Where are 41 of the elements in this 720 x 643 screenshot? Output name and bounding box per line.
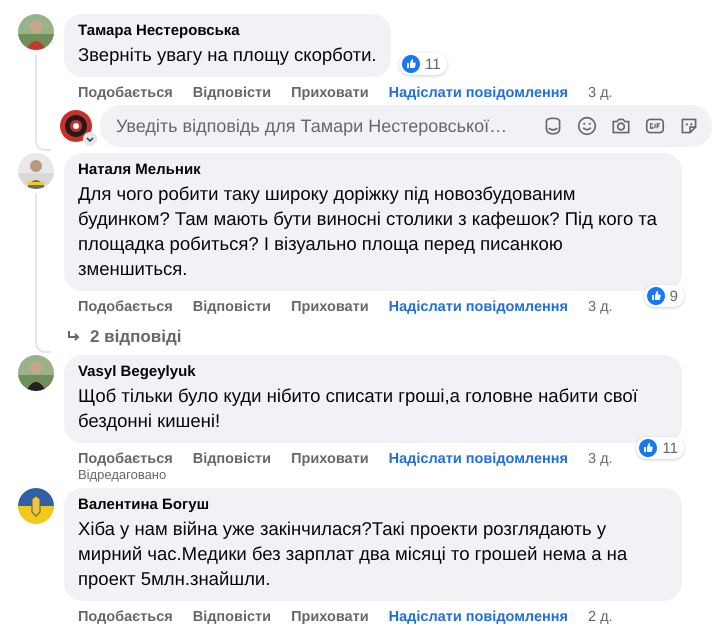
comment-action-link[interactable]: Подобається xyxy=(78,299,173,315)
comment-action-link[interactable]: Відповісти xyxy=(192,609,272,625)
thumbs-up-icon xyxy=(639,439,658,457)
comment-action-link[interactable]: Подобається xyxy=(78,451,173,467)
send-message-link[interactable]: Надіслати повідомлення xyxy=(388,85,568,101)
author-name[interactable]: Vasyl Begeylyuk xyxy=(78,363,668,380)
chevron-down-icon[interactable] xyxy=(83,132,97,146)
comment-action-link[interactable]: Приховати xyxy=(291,609,369,625)
reaction-count[interactable]: 9 xyxy=(644,285,684,307)
timestamp[interactable]: 3 д. xyxy=(588,451,613,467)
emoji-icon[interactable] xyxy=(576,115,598,137)
view-replies-link[interactable]: 2 відповіді xyxy=(90,327,182,347)
comment-text: Хіба у нам війна уже закінчилася?Такі проекти розглядають у мирний час.Медики без зарплат два місяці то грошей нема а на проект 5млн.знайшли. xyxy=(78,517,628,591)
comment-action-link[interactable]: Відповісти xyxy=(192,299,272,315)
author-name[interactable]: Наталя Мельник xyxy=(78,161,668,178)
reaction-count[interactable]: 11 xyxy=(636,437,684,459)
comment-action-link[interactable]: Приховати xyxy=(291,299,369,315)
reply-input-field[interactable]: Уведіть відповідь для Тамари Нестеровської… xyxy=(114,114,542,138)
comment-text: Для чого робити таку широку доріжку під новозбудованим будинком? Там мають бути виносні столики з кафешок? Під кого та площадка робиться? І візуально площа перед писанкою зменшиться. xyxy=(78,182,658,281)
profile-avatar-icon[interactable] xyxy=(60,110,92,142)
author-name[interactable]: Валентина Богуш xyxy=(78,496,668,513)
comment-action-link[interactable]: Відповісти xyxy=(192,85,272,101)
timestamp[interactable]: 3 д. xyxy=(588,85,613,101)
thumbs-up-icon xyxy=(646,287,665,305)
author-name[interactable]: Тамара Нестеровська xyxy=(78,22,377,39)
comment-action-link[interactable]: Відповісти xyxy=(192,451,272,467)
reply-field[interactable]: Уведіть відповідь для Тамари Нестеровської… xyxy=(100,105,712,147)
thumbs-up-icon xyxy=(402,55,420,73)
comment-text: Щоб тільки було куди нібито списати гроші,а головне набити свої бездонні кишені! xyxy=(78,384,639,433)
timestamp[interactable]: 3 д. xyxy=(588,299,613,315)
send-message-link[interactable]: Надіслати повідомлення xyxy=(388,451,568,467)
comment-action-link[interactable]: Приховати xyxy=(291,451,369,467)
send-message-link[interactable]: Надіслати повідомлення xyxy=(388,299,568,315)
comment-action-link[interactable]: Подобається xyxy=(78,85,173,101)
edited-label: Відредаговано xyxy=(77,467,168,482)
comment-action-link[interactable]: Подобається xyxy=(78,609,173,625)
send-message-link[interactable]: Надіслати повідомлення xyxy=(388,609,568,625)
reaction-count[interactable]: 11 xyxy=(399,53,447,75)
comment-action-link[interactable]: Приховати xyxy=(291,85,369,101)
comment-text: Зверніть увагу на площу скорботи. xyxy=(78,43,377,67)
timestamp[interactable]: 2 д. xyxy=(588,609,613,625)
